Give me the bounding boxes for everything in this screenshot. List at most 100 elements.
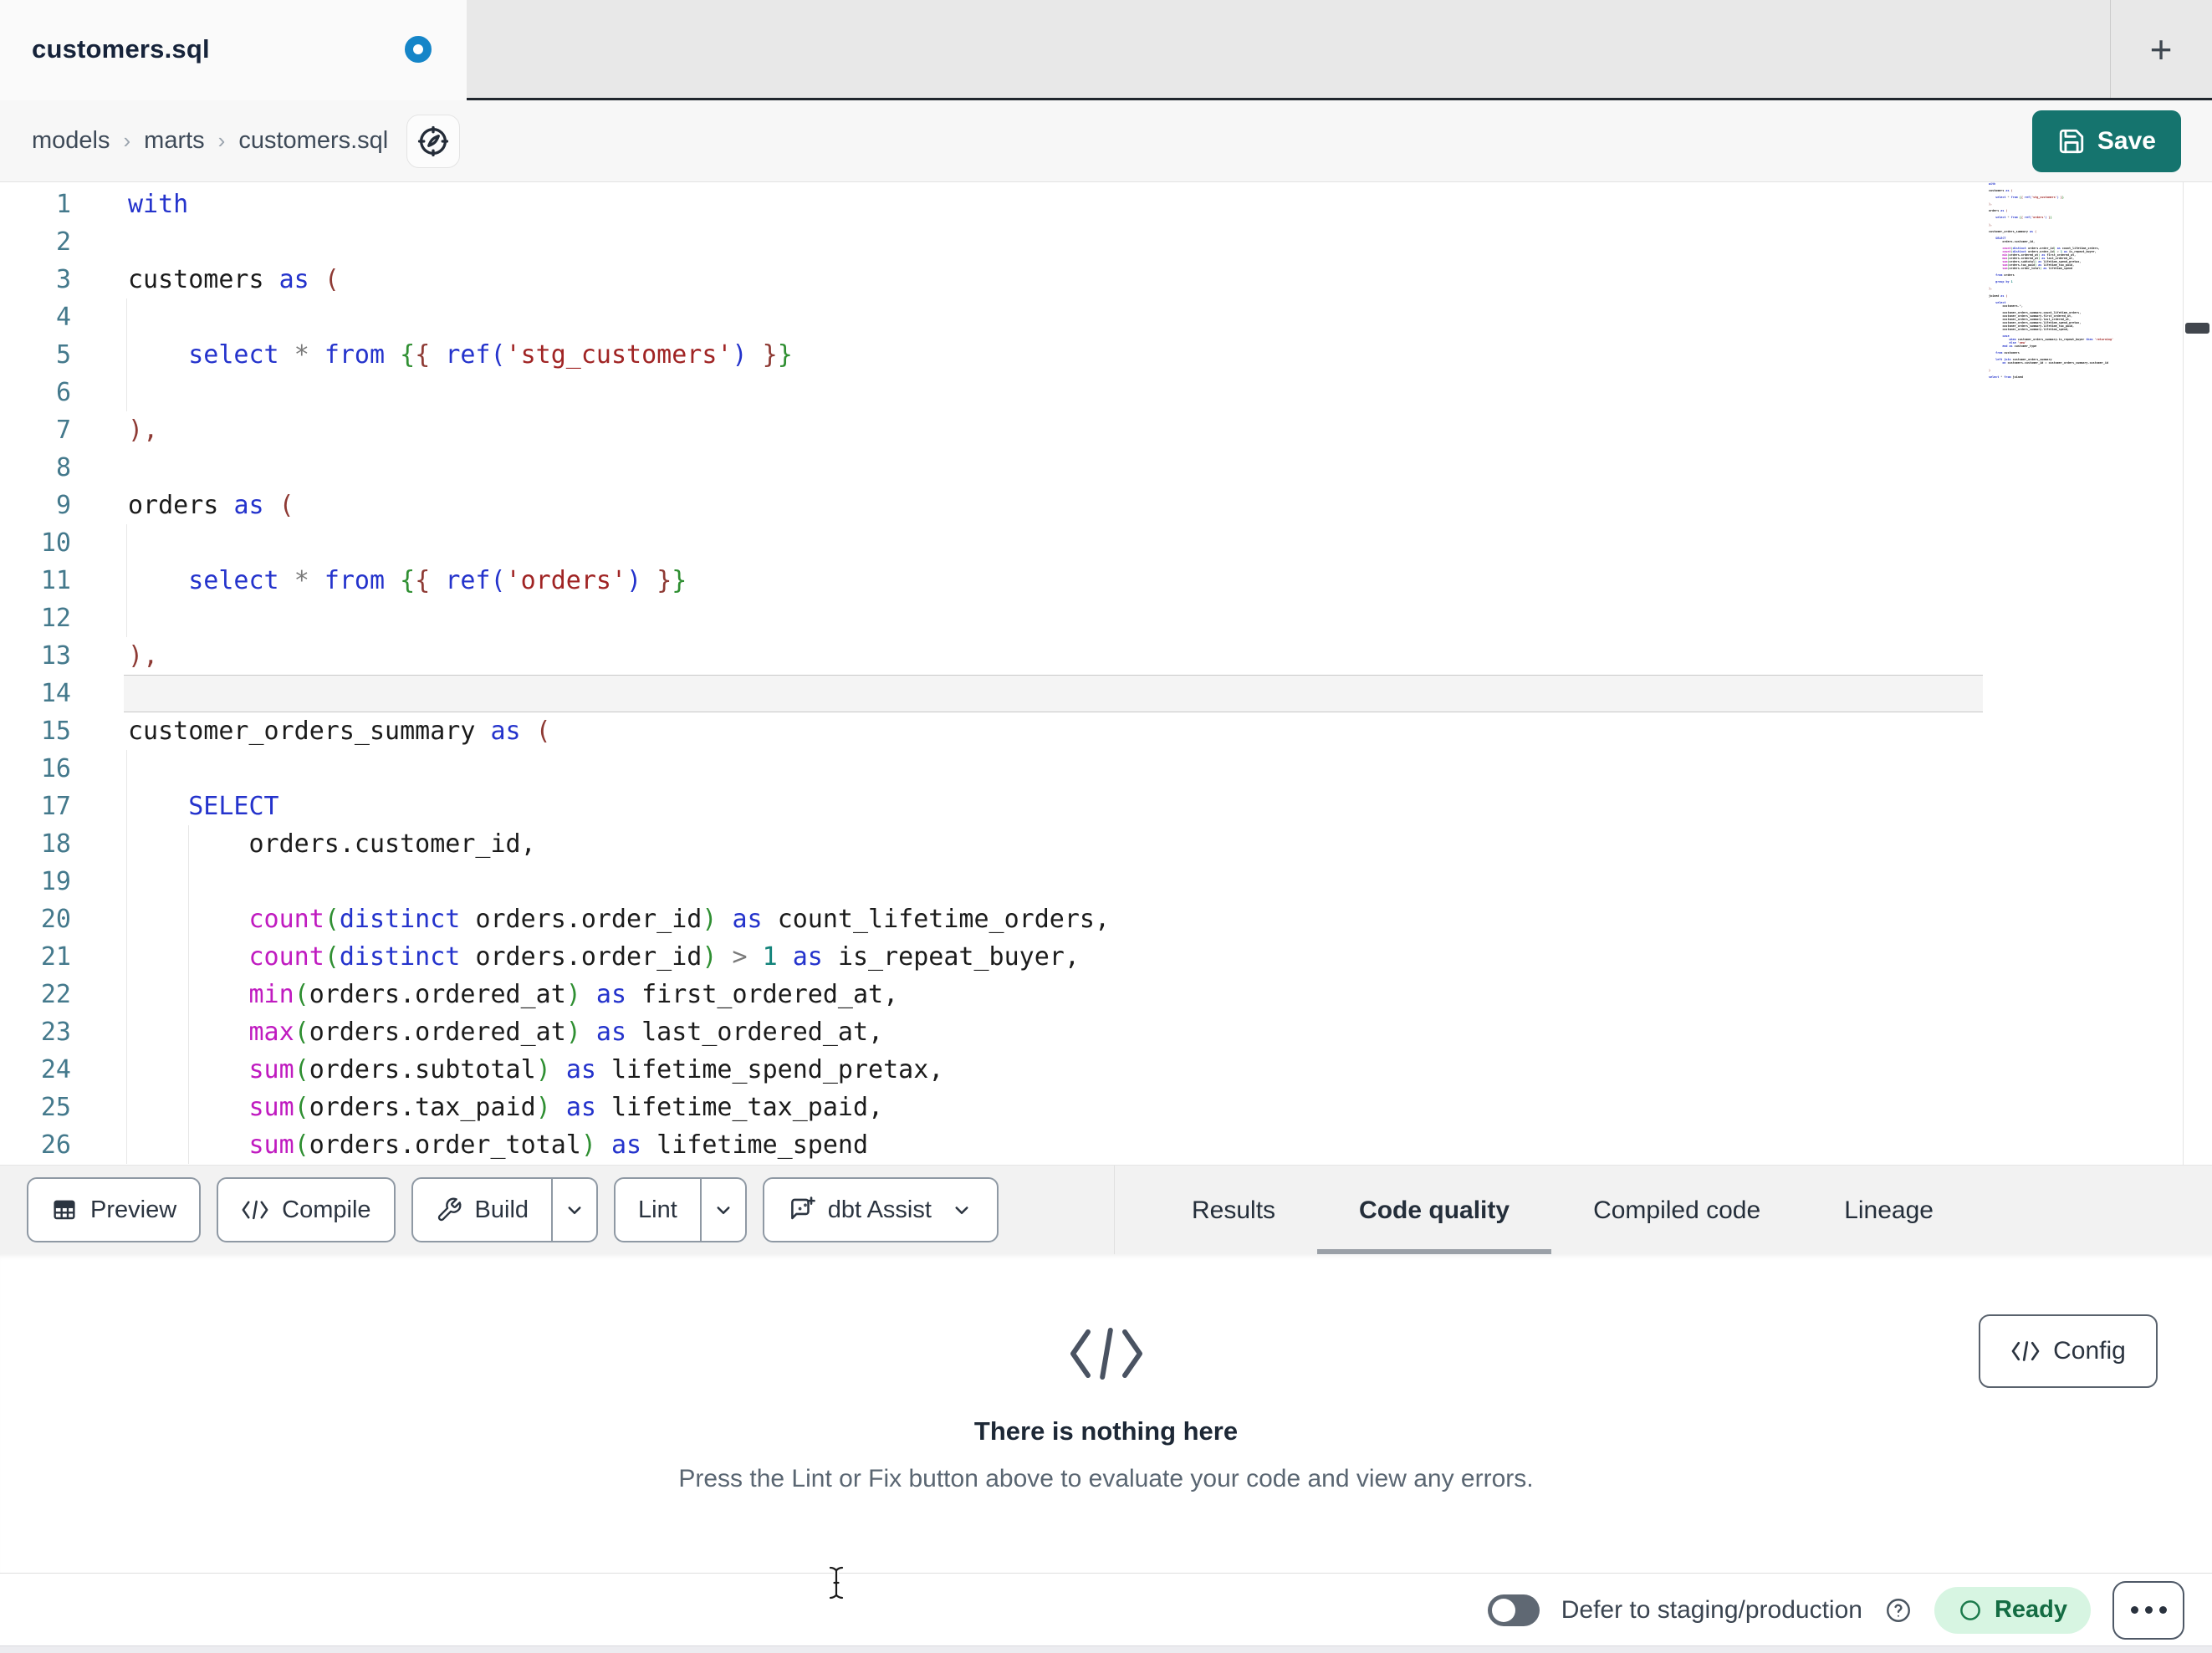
line-number: 21	[40, 942, 71, 972]
breadcrumb-item-marts[interactable]: marts	[144, 127, 205, 155]
code-line[interactable]: 4	[0, 298, 1110, 336]
compile-button[interactable]: Compile	[217, 1177, 396, 1242]
code-line[interactable]: 13),	[0, 637, 1110, 675]
ready-label: Ready	[1994, 1596, 2067, 1623]
more-options-button[interactable]	[2112, 1580, 2184, 1640]
code-line[interactable]: 11 select * from {{ ref('orders') }}	[0, 562, 1110, 599]
new-tab-button[interactable]: +	[2119, 0, 2203, 98]
build-button[interactable]: Build	[411, 1177, 599, 1242]
line-number: 17	[40, 792, 71, 821]
code-text: max(orders.ordered_at) as last_ordered_a…	[248, 1018, 884, 1047]
chevron-down-icon	[949, 1197, 974, 1222]
line-number: 19	[40, 867, 71, 896]
bottom-strip	[0, 1645, 2212, 1653]
code-line[interactable]: 1 with	[0, 186, 1110, 223]
tab-customers-sql[interactable]: customers.sql	[0, 0, 467, 100]
code-line[interactable]: 16	[0, 750, 1110, 788]
defer-toggle[interactable]	[1487, 1594, 1540, 1626]
breadcrumb-item-models[interactable]: models	[32, 127, 110, 155]
code-line[interactable]: 25 sum(orders.tax_paid) as lifetime_tax_…	[0, 1089, 1110, 1126]
preview-button[interactable]: Preview	[27, 1177, 202, 1242]
code-line[interactable]: 12	[0, 599, 1110, 637]
line-number: 25	[40, 1093, 71, 1122]
lint-button[interactable]: Lint	[614, 1177, 747, 1242]
code-text: customers as (	[128, 265, 340, 294]
code-line[interactable]: 15 customer_orders_summary as (	[0, 712, 1110, 750]
code-line[interactable]: 22 min(orders.ordered_at) as first_order…	[0, 976, 1110, 1013]
save-button[interactable]: Save	[2031, 110, 2181, 172]
assist-icon	[787, 1196, 815, 1224]
breadcrumb-item-customers-sql[interactable]: customers.sql	[238, 127, 388, 155]
code-line[interactable]: 23 max(orders.ordered_at) as last_ordere…	[0, 1013, 1110, 1051]
code-line[interactable]: 2	[0, 223, 1110, 261]
line-number: 14	[40, 679, 71, 708]
tab-code-quality[interactable]: Code quality	[1317, 1166, 1552, 1255]
results-panel: There is nothing here Press the Lint or …	[0, 1254, 2212, 1574]
code-line[interactable]: 5 select * from {{ ref('stg_customers') …	[0, 336, 1110, 374]
line-number: 15	[40, 717, 71, 746]
toolbar-buttons: Preview Compile Build Lint dbt Assist	[27, 1177, 999, 1242]
config-label: Config	[2053, 1337, 2126, 1365]
ready-badge: Ready	[1934, 1586, 2091, 1634]
code-line[interactable]: 18 orders.customer_id,	[0, 825, 1110, 863]
lint-dropdown-button[interactable]	[699, 1179, 745, 1241]
code-text: customer_orders_summary as (	[128, 717, 551, 746]
table-icon	[51, 1196, 78, 1223]
code-line[interactable]: 19	[0, 863, 1110, 900]
line-number: 16	[40, 754, 71, 783]
code-text: sum(orders.subtotal) as lifetime_spend_p…	[248, 1055, 944, 1084]
code-line[interactable]: 9 orders as (	[0, 487, 1110, 524]
code-line[interactable]: 7),	[0, 411, 1110, 449]
tab-lineage[interactable]: Lineage	[1802, 1166, 1975, 1255]
scrollbar-track	[2183, 182, 2184, 1165]
code-text: orders as (	[128, 491, 294, 520]
tabbar-divider	[2110, 0, 2111, 98]
ellipsis-icon	[2130, 1606, 2138, 1614]
tab-title: customers.sql	[32, 33, 210, 64]
explore-button[interactable]	[406, 114, 461, 168]
code-text: min(orders.ordered_at) as first_ordered_…	[248, 980, 899, 1009]
dbt-assist-label: dbt Assist	[827, 1196, 932, 1223]
wrench-icon	[436, 1196, 462, 1223]
code-line[interactable]: 8	[0, 449, 1110, 487]
code-line[interactable]: 6	[0, 374, 1110, 411]
line-number: 11	[40, 566, 71, 595]
code-line[interactable]: 20 count(distinct orders.order_id) as co…	[0, 900, 1110, 938]
editor-toolbar: Preview Compile Build Lint dbt Assist Result…	[0, 1165, 2212, 1255]
tab-compiled-code[interactable]: Compiled code	[1551, 1166, 1802, 1255]
code-line[interactable]: 10	[0, 524, 1110, 562]
code-lines[interactable]: 1 with 2 3 customers as (4 5 select * from {{…	[0, 186, 1110, 1164]
minimap[interactable]: with customers as ( select * from {{ ref…	[1989, 182, 2114, 385]
status-bar: Defer to staging/production Ready	[0, 1574, 2212, 1645]
code-editor[interactable]: 1 with 2 3 customers as (4 5 select * from {{…	[0, 182, 2212, 1165]
code-text: select * from {{ ref('stg_customers') }}	[188, 340, 793, 370]
build-dropdown-button[interactable]	[551, 1179, 596, 1241]
breadcrumb-separator: ›	[217, 128, 226, 153]
dbt-assist-button[interactable]: dbt Assist	[762, 1177, 999, 1242]
line-number: 22	[40, 980, 71, 1009]
help-icon[interactable]	[1884, 1596, 1913, 1625]
line-number: 9	[55, 491, 71, 520]
line-number: 13	[40, 641, 71, 671]
file-header-row: models › marts › customers.sql Save	[0, 100, 2212, 182]
compass-icon	[416, 124, 451, 159]
code-line[interactable]: 24 sum(orders.subtotal) as lifetime_spen…	[0, 1051, 1110, 1089]
code-line[interactable]: 14	[0, 675, 1110, 712]
code-line[interactable]: 21 count(distinct orders.order_id) > 1 a…	[0, 938, 1110, 976]
scrollbar-thumb[interactable]	[2185, 323, 2209, 334]
code-line[interactable]: 17 SELECT	[0, 788, 1110, 825]
code-icon	[241, 1199, 269, 1221]
i-beam-cursor	[825, 1564, 848, 1602]
toolbar-divider	[1114, 1166, 1115, 1255]
code-text: count(distinct orders.order_id) as count…	[248, 905, 1111, 934]
code-line[interactable]: 3 customers as (	[0, 261, 1110, 298]
code-line[interactable]: 26 sum(orders.order_total) as lifetime_s…	[0, 1126, 1110, 1164]
code-text: orders.customer_id,	[248, 829, 536, 859]
config-button[interactable]: Config	[1979, 1314, 2158, 1388]
line-number: 2	[55, 227, 71, 257]
code-text: select * from {{ ref('orders') }}	[188, 566, 687, 595]
tab-results[interactable]: Results	[1150, 1166, 1317, 1255]
code-icon	[0, 1324, 2212, 1383]
code-text: ),	[128, 416, 159, 445]
line-number: 24	[40, 1055, 71, 1084]
